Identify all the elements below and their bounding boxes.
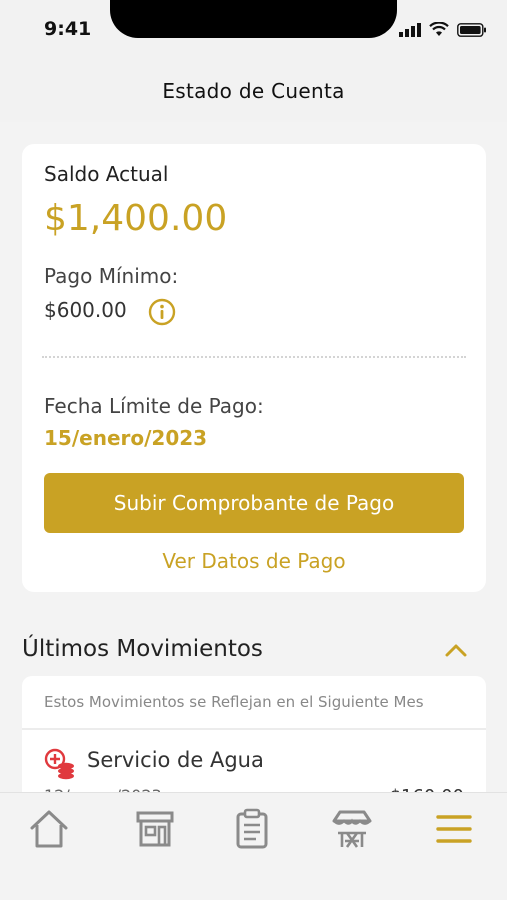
recent-movements-panel: Estos Movimientos se Reflejan en el Sigu… xyxy=(22,676,486,806)
status-bar: 9:41 xyxy=(0,0,507,60)
status-time: 9:41 xyxy=(44,18,92,40)
movements-note: Estos Movimientos se Reflejan en el Sigu… xyxy=(22,676,486,730)
info-icon[interactable] xyxy=(148,298,176,326)
device-notch xyxy=(110,0,397,38)
page-title: Estado de Cuenta xyxy=(162,79,345,103)
wifi-icon xyxy=(429,22,449,36)
water-coins-icon xyxy=(44,748,74,780)
minimum-payment-value: $600.00 xyxy=(44,298,127,322)
clipboard-icon[interactable] xyxy=(230,807,274,851)
battery-icon xyxy=(457,22,486,37)
cellular-signal-icon xyxy=(399,22,421,37)
bottom-tab-bar xyxy=(0,792,507,900)
minimum-payment-label: Pago Mínimo: xyxy=(44,264,179,288)
due-date-value: 15/enero/2023 xyxy=(44,426,208,450)
upload-payment-proof-button[interactable]: Subir Comprobante de Pago xyxy=(44,473,464,533)
card-divider xyxy=(42,356,466,358)
due-date-label: Fecha Límite de Pago: xyxy=(44,394,264,418)
store-icon[interactable] xyxy=(133,807,177,851)
market-icon[interactable] xyxy=(330,807,374,851)
account-summary-card: Saldo Actual $1,400.00 Pago Mínimo: $600… xyxy=(22,144,486,592)
menu-icon[interactable] xyxy=(432,807,476,851)
page-header: Estado de Cuenta xyxy=(0,60,507,122)
chevron-up-icon[interactable] xyxy=(443,640,469,660)
current-balance-label: Saldo Actual xyxy=(44,162,169,186)
status-icons xyxy=(399,22,487,37)
recent-movements-title: Últimos Movimientos xyxy=(22,636,263,662)
home-icon[interactable] xyxy=(27,807,71,851)
view-payment-details-link[interactable]: Ver Datos de Pago xyxy=(22,549,486,573)
current-balance-value: $1,400.00 xyxy=(44,198,228,239)
movement-label: Servicio de Agua xyxy=(87,748,264,772)
